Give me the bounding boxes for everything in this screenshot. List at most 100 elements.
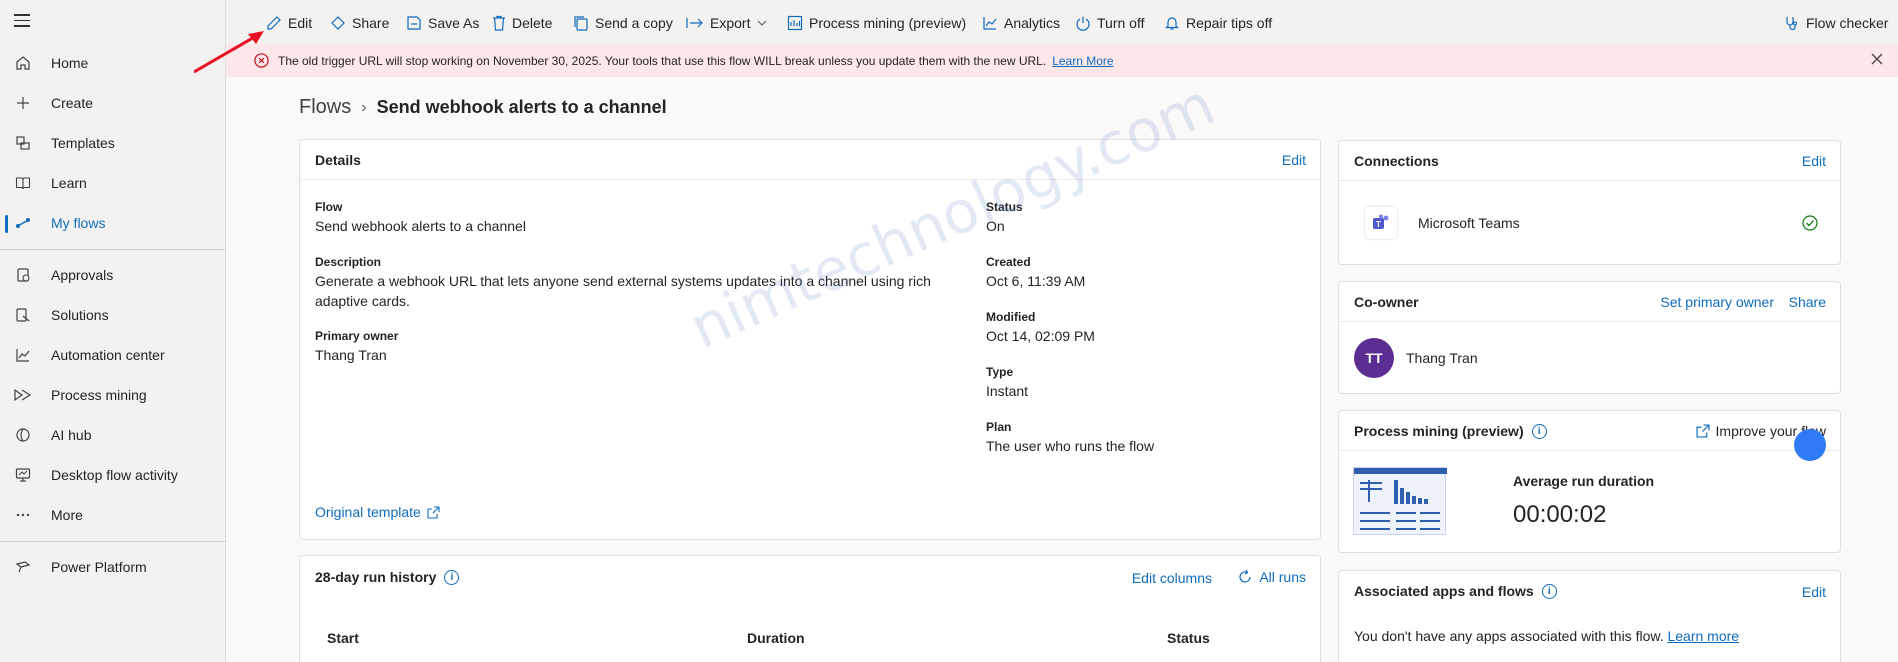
nav-ai-hub[interactable]: AI hub xyxy=(0,417,226,453)
column-header-start[interactable]: Start xyxy=(327,630,359,646)
info-icon[interactable]: i xyxy=(1531,423,1547,439)
turn-off-button[interactable]: Turn off xyxy=(1075,12,1144,34)
nav-solutions[interactable]: Solutions xyxy=(0,297,226,333)
nav-approvals[interactable]: Approvals xyxy=(0,257,226,293)
nav-desktop-flow-activity[interactable]: Desktop flow activity xyxy=(0,457,226,493)
process-mining-thumbnail-icon xyxy=(1354,468,1447,530)
nav-power-platform-label: Power Platform xyxy=(51,559,147,575)
delete-icon xyxy=(493,15,505,31)
set-primary-owner-link[interactable]: Set primary owner xyxy=(1660,294,1774,310)
copy-icon xyxy=(574,16,588,31)
status-label: Status xyxy=(986,200,1023,214)
chevron-right-icon: › xyxy=(361,98,367,116)
avg-run-duration-value: 00:00:02 xyxy=(1513,501,1607,528)
nav-more[interactable]: More xyxy=(0,497,226,533)
flow-value: Send webhook alerts to a channel xyxy=(315,218,526,234)
details-edit-link[interactable]: Edit xyxy=(1282,152,1306,168)
flow-label: Flow xyxy=(315,200,343,214)
run-history-card: 28-day run history i Edit columns All ru… xyxy=(299,555,1321,662)
nav-learn-label: Learn xyxy=(51,175,87,191)
nav-my-flows-label: My flows xyxy=(51,215,106,231)
nav-approvals-label: Approvals xyxy=(51,267,114,283)
command-bar: Edit Share Save As Delete Send a copy Ex… xyxy=(226,0,1898,44)
process-mining-thumbnail xyxy=(1353,467,1447,535)
chevron-down-icon xyxy=(758,20,767,26)
nav-learn[interactable]: Learn xyxy=(0,165,226,201)
owner-label: Primary owner xyxy=(315,329,399,343)
description-value: Generate a webhook URL that lets anyone … xyxy=(315,273,931,309)
all-runs-link[interactable]: All runs xyxy=(1237,569,1306,585)
warning-banner: The old trigger URL will stop working on… xyxy=(226,44,1898,77)
repair-tips-button[interactable]: Repair tips off xyxy=(1164,12,1272,34)
associated-title: Associated apps and flows xyxy=(1354,583,1534,599)
nav-create[interactable]: Create xyxy=(0,85,226,121)
approvals-icon xyxy=(14,266,32,284)
connections-edit-link[interactable]: Edit xyxy=(1802,153,1826,169)
details-header: Details Edit xyxy=(300,140,1320,180)
send-copy-button[interactable]: Send a copy xyxy=(573,12,673,34)
nav-divider xyxy=(0,249,226,250)
associated-learn-more-link[interactable]: Learn more xyxy=(1667,628,1739,644)
delete-label: Delete xyxy=(512,15,553,31)
nav-power-platform[interactable]: Power Platform xyxy=(0,549,226,585)
nav-my-flows[interactable]: My flows xyxy=(0,205,226,241)
share-icon xyxy=(331,16,345,30)
export-icon xyxy=(686,18,703,28)
external-link-icon xyxy=(427,505,440,519)
plus-icon xyxy=(14,94,32,112)
stethoscope-icon xyxy=(1786,17,1798,31)
templates-icon xyxy=(14,134,32,152)
nav-solutions-label: Solutions xyxy=(51,307,109,323)
turn-off-label: Turn off xyxy=(1097,15,1145,31)
column-header-status[interactable]: Status xyxy=(1167,630,1210,646)
associated-edit-link[interactable]: Edit xyxy=(1802,584,1826,600)
svg-text:T: T xyxy=(1376,220,1381,229)
banner-message: The old trigger URL will stop working on… xyxy=(278,54,1114,68)
error-icon xyxy=(254,53,269,68)
pencil-icon xyxy=(267,16,281,30)
analytics-icon xyxy=(983,17,997,30)
refresh-icon xyxy=(1239,569,1251,583)
nav-templates[interactable]: Templates xyxy=(0,125,226,161)
nav-process-mining[interactable]: Process mining xyxy=(0,377,226,413)
delete-button[interactable]: Delete xyxy=(492,12,552,34)
nav-templates-label: Templates xyxy=(51,135,115,151)
hamburger-menu-icon[interactable] xyxy=(14,14,30,28)
associated-header: Associated apps and flows i xyxy=(1354,583,1557,599)
all-runs-label: All runs xyxy=(1259,569,1306,585)
column-header-duration[interactable]: Duration xyxy=(747,630,805,646)
export-button[interactable]: Export xyxy=(686,12,768,34)
info-icon[interactable]: i xyxy=(444,569,460,585)
nav-desktop-flow-activity-label: Desktop flow activity xyxy=(51,467,178,483)
check-circle-icon xyxy=(1802,215,1818,231)
type-label: Type xyxy=(986,365,1014,379)
banner-text: The old trigger URL will stop working on… xyxy=(278,54,1047,68)
flow-checker-label: Flow checker xyxy=(1806,15,1889,31)
app-root: Home Create Templates Learn My flows App… xyxy=(0,0,1898,662)
analytics-button[interactable]: Analytics xyxy=(982,12,1060,34)
avg-run-duration-label: Average run duration xyxy=(1513,473,1655,489)
breadcrumb-flows[interactable]: Flows xyxy=(299,96,351,119)
nav-home[interactable]: Home xyxy=(0,45,226,81)
banner-learn-more-link[interactable]: Learn More xyxy=(1052,54,1113,68)
coowner-share-link[interactable]: Share xyxy=(1789,294,1826,310)
edit-button[interactable]: Edit xyxy=(266,12,312,34)
nav-automation-center[interactable]: Automation center xyxy=(0,337,226,373)
close-icon[interactable] xyxy=(1870,52,1884,66)
edit-label: Edit xyxy=(288,15,313,31)
share-button[interactable]: Share xyxy=(330,12,389,34)
process-mining-button[interactable]: Process mining (preview) xyxy=(787,12,966,34)
save-as-button[interactable]: Save As xyxy=(406,12,479,34)
flow-checker-button[interactable]: Flow checker xyxy=(1784,12,1888,34)
edit-columns-link[interactable]: Edit columns xyxy=(1132,570,1212,586)
solutions-icon xyxy=(14,306,32,324)
nav-process-mining-label: Process mining xyxy=(51,387,147,403)
original-template-link[interactable]: Original template xyxy=(315,504,440,520)
breadcrumb: Flows › Send webhook alerts to a channel xyxy=(299,96,667,119)
blue-dot-marker xyxy=(1794,429,1826,461)
connections-header: Connections Edit xyxy=(1339,141,1840,181)
details-title: Details xyxy=(315,152,361,168)
save-as-icon xyxy=(407,16,421,30)
info-icon[interactable]: i xyxy=(1541,583,1557,599)
analytics-label: Analytics xyxy=(1004,15,1061,31)
